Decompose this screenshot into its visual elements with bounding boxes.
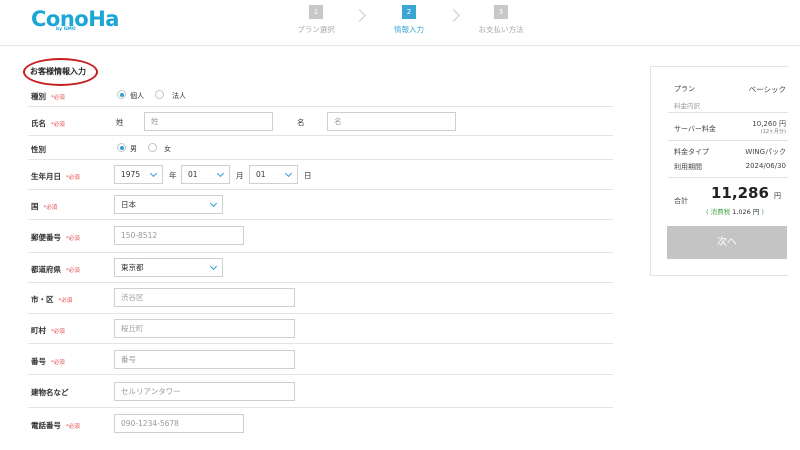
- chevron-right-icon: [447, 9, 460, 22]
- birth-month-select[interactable]: 01: [181, 165, 230, 184]
- row-birthdate: 生年月日 *必須 1975 年 01 月 01 日: [28, 160, 613, 190]
- step-payment-method: 3 お支払い方法: [466, 5, 536, 35]
- radio-individual[interactable]: [117, 90, 126, 99]
- price-breakdown-label: 料金内訳: [674, 102, 700, 110]
- step-info-input: 2 情報入力: [374, 5, 444, 35]
- divider: [668, 112, 788, 113]
- period-row: 利用期間 2024/06/30: [674, 162, 786, 172]
- step-number: 2: [402, 5, 416, 19]
- radio-male-label: 男: [130, 145, 137, 153]
- type-label: 種別 *必須: [31, 92, 65, 101]
- day-unit: 日: [304, 171, 312, 180]
- phone-input[interactable]: 090-1234-5678: [114, 414, 244, 433]
- period-value: 2024/06/30: [745, 162, 786, 170]
- tax-note: ( 消費税 1,026 円 ): [706, 208, 764, 216]
- header: ConoHa by GMO 1 プラン選択 2 情報入力 3 お支払い方法: [0, 0, 800, 46]
- total-amount: 11,286: [711, 184, 769, 202]
- row-gender: 性別 男 女: [28, 136, 613, 160]
- address-number-input[interactable]: 番号: [114, 350, 295, 369]
- step-label: プラン選択: [297, 25, 335, 34]
- prefecture-select[interactable]: 東京都: [114, 258, 223, 277]
- pricing-type-label: 料金タイプ: [674, 148, 709, 156]
- city-input[interactable]: 渋谷区: [114, 288, 295, 307]
- radio-corporation-label: 法人: [172, 92, 186, 100]
- logo-byline: by GMO: [56, 27, 76, 32]
- chevron-down-icon: [284, 169, 293, 178]
- name-label: 氏名 *必須: [31, 119, 65, 128]
- step-number: 3: [494, 5, 508, 19]
- country-label: 国 *必須: [31, 202, 58, 211]
- row-country: 国 *必須 日本: [28, 190, 613, 220]
- chevron-down-icon: [216, 169, 225, 178]
- server-fee-row: サーバー料金 10,260 円 (12ヶ月分): [674, 120, 786, 135]
- radio-individual-label: 個人: [130, 92, 144, 100]
- first-name-input[interactable]: 名: [327, 112, 456, 131]
- postal-code-input[interactable]: 150-8512: [114, 226, 244, 245]
- total-unit: 円: [774, 192, 781, 200]
- divider: [668, 140, 788, 141]
- row-name: 氏名 *必須 姓 姓 名 名: [28, 107, 613, 136]
- postal-label: 郵便番号 *必須: [31, 233, 80, 242]
- country-select[interactable]: 日本: [114, 195, 223, 214]
- pricing-type-value: WINGパック: [745, 148, 786, 156]
- address-number-label: 番号 *必須: [31, 357, 65, 366]
- birth-day-select[interactable]: 01: [249, 165, 298, 184]
- last-name-label: 姓: [116, 118, 124, 127]
- step-label: 情報入力: [394, 25, 424, 34]
- last-name-input[interactable]: 姓: [144, 112, 273, 131]
- radio-corporation[interactable]: [155, 90, 164, 99]
- step-plan-select: 1 プラン選択: [281, 5, 351, 35]
- server-fee-label: サーバー料金: [674, 125, 716, 133]
- chevron-right-icon: [353, 9, 366, 22]
- row-city: 市・区 *必須 渋谷区: [28, 283, 613, 314]
- building-input[interactable]: セルリアンタワー: [114, 382, 295, 401]
- radio-female-label: 女: [164, 145, 171, 153]
- phone-label: 電話番号 *必須: [31, 421, 80, 430]
- row-type: 種別 *必須 個人 法人: [28, 85, 613, 107]
- period-label: 利用期間: [674, 163, 702, 171]
- step-label: お支払い方法: [478, 25, 524, 34]
- row-postal: 郵便番号 *必須 150-8512: [28, 220, 613, 253]
- building-label: 建物名など: [31, 388, 69, 397]
- pricing-type-row: 料金タイプ WINGパック: [674, 147, 786, 157]
- birth-year-select[interactable]: 1975: [114, 165, 163, 184]
- divider: [668, 177, 788, 178]
- server-fee-note: (12ヶ月分): [760, 129, 786, 135]
- row-building: 建物名など セルリアンタワー: [28, 375, 613, 408]
- plan-row: プラン ベーシック: [674, 84, 786, 94]
- next-button[interactable]: 次へ: [667, 226, 787, 259]
- step-number: 1: [309, 5, 323, 19]
- chevron-down-icon: [149, 169, 158, 178]
- row-prefecture: 都道府県 *必須 東京都: [28, 253, 613, 283]
- prefecture-label: 都道府県 *必須: [31, 265, 80, 274]
- plan-value: ベーシック: [748, 85, 786, 94]
- gender-label: 性別: [31, 145, 46, 154]
- town-input[interactable]: 桜丘町: [114, 319, 295, 338]
- month-unit: 月: [236, 171, 244, 180]
- town-label: 町村 *必須: [31, 326, 65, 335]
- birthdate-label: 生年月日 *必須: [31, 172, 80, 181]
- radio-female[interactable]: [148, 143, 157, 152]
- year-unit: 年: [169, 171, 177, 180]
- radio-male[interactable]: [117, 143, 126, 152]
- chevron-down-icon: [209, 262, 218, 271]
- plan-label: プラン: [674, 85, 695, 93]
- annotation-circle: [23, 58, 98, 86]
- chevron-down-icon: [209, 199, 218, 208]
- city-label: 市・区 *必須: [31, 295, 73, 304]
- row-town: 町村 *必須 桜丘町: [28, 314, 613, 344]
- first-name-label: 名: [297, 118, 305, 127]
- row-phone: 電話番号 *必須 090-1234-5678: [28, 408, 613, 438]
- row-address-number: 番号 *必須 番号: [28, 344, 613, 375]
